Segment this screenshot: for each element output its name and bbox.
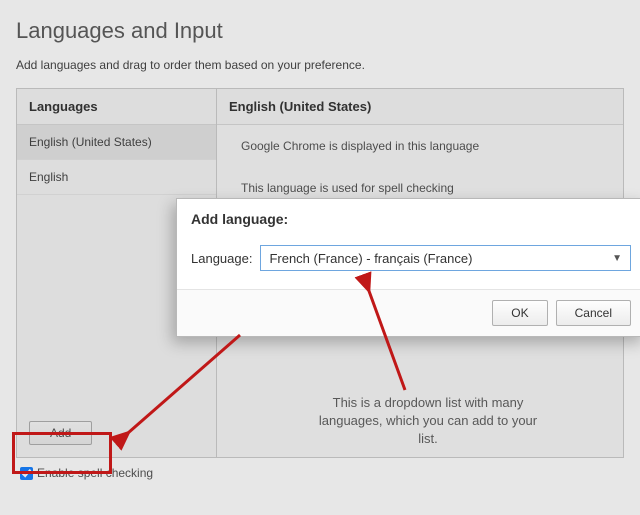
enable-spellcheck-label: Enable spell checking (37, 466, 153, 480)
language-item[interactable]: English (United States) (17, 125, 216, 160)
language-item[interactable]: English (17, 160, 216, 195)
enable-spellcheck-checkbox[interactable] (20, 467, 33, 480)
language-dropdown-value: French (France) - français (France) (269, 251, 472, 266)
display-language-info: Google Chrome is displayed in this langu… (233, 125, 607, 167)
cancel-button[interactable]: Cancel (556, 300, 631, 326)
dialog-title: Add language: (177, 199, 640, 237)
page-title: Languages and Input (16, 18, 624, 44)
language-field-label: Language: (191, 251, 252, 266)
page-description: Add languages and drag to order them bas… (16, 58, 624, 72)
add-language-dialog: Add language: Language: French (France) … (176, 198, 640, 337)
chevron-down-icon: ▼ (612, 253, 622, 264)
language-dropdown[interactable]: French (France) - français (France) ▼ (260, 245, 631, 271)
add-language-button[interactable]: Add (29, 421, 92, 445)
languages-header: Languages (17, 89, 216, 125)
selected-language-header: English (United States) (217, 89, 623, 125)
enable-spellcheck-row: Enable spell checking (16, 458, 624, 480)
ok-button[interactable]: OK (492, 300, 547, 326)
